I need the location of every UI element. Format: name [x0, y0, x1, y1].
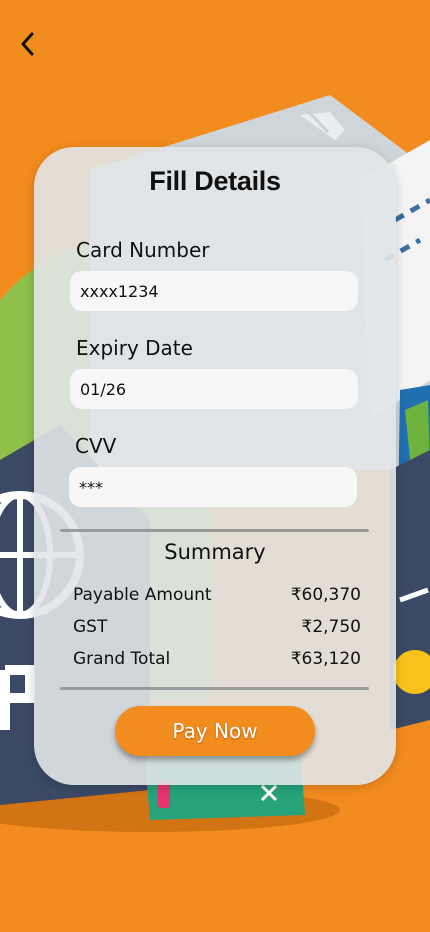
summary-row-grand-total: Grand Total ₹63,120 [73, 649, 361, 673]
divider [60, 687, 369, 690]
card-number-input[interactable] [70, 271, 358, 311]
summary-row-value: ₹2,750 [301, 617, 361, 637]
expiry-date-label: Expiry Date [76, 336, 193, 360]
summary-row-label: Grand Total [73, 649, 171, 669]
cvv-input[interactable] [69, 467, 357, 507]
divider [60, 529, 369, 532]
summary-row-gst: GST ₹2,750 [73, 617, 361, 641]
chevron-left-icon [21, 32, 34, 56]
pay-now-button[interactable]: Pay Now [115, 706, 315, 756]
expiry-date-input[interactable] [70, 369, 358, 409]
summary-row-label: Payable Amount [73, 585, 212, 605]
summary-row-value: ₹63,120 [290, 649, 361, 669]
cvv-label: CVV [75, 434, 117, 458]
summary-row-payable: Payable Amount ₹60,370 [73, 585, 361, 609]
back-button[interactable] [12, 28, 44, 60]
summary-row-value: ₹60,370 [290, 585, 361, 605]
summary-row-label: GST [73, 617, 108, 637]
summary-title: Summary [164, 540, 266, 564]
card-number-label: Card Number [76, 238, 210, 262]
page-title: Fill Details [149, 166, 281, 196]
